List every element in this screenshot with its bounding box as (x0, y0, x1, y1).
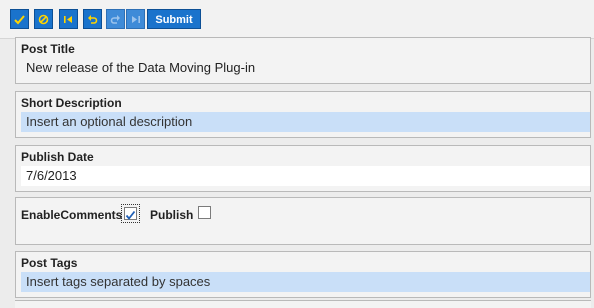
redo-button[interactable] (106, 9, 125, 29)
undo-button[interactable] (83, 9, 102, 29)
first-button[interactable] (59, 9, 78, 29)
post-title-input[interactable]: New release of the Data Moving Plug-in (21, 58, 590, 78)
submit-button[interactable]: Submit (147, 9, 201, 29)
last-icon (132, 15, 140, 23)
checkmark-icon (125, 210, 136, 220)
publish-label: Publish (150, 208, 194, 222)
last-button[interactable] (126, 9, 145, 29)
post-title-label: Post Title (21, 42, 75, 56)
options-panel: EnableComments Publish (15, 197, 591, 245)
post-tags-label: Post Tags (21, 256, 78, 270)
publish-checkbox[interactable] (198, 206, 211, 219)
publish-date-input[interactable]: 7/6/2013 (21, 166, 590, 186)
first-icon (64, 15, 72, 23)
publish-date-label: Publish Date (21, 150, 94, 164)
short-description-label: Short Description (21, 96, 122, 110)
enable-comments-label: EnableComments (21, 208, 123, 222)
toolbar: Submit (0, 0, 594, 39)
cancel-icon (38, 14, 49, 24)
accept-button[interactable] (10, 9, 29, 29)
publish-date-panel: Publish Date 7/6/2013 (15, 145, 591, 192)
redo-icon (110, 14, 120, 24)
enable-comments-checkbox[interactable] (121, 204, 140, 223)
checkmark-icon (14, 14, 25, 24)
short-description-panel: Short Description Insert an optional des… (15, 91, 591, 138)
post-tags-panel: Post Tags Insert tags separated by space… (15, 251, 591, 298)
post-title-panel: Post Title New release of the Data Movin… (15, 37, 591, 84)
cancel-button[interactable] (34, 9, 53, 29)
short-description-input[interactable]: Insert an optional description (21, 112, 590, 132)
undo-icon (88, 14, 98, 24)
post-tags-input[interactable]: Insert tags separated by spaces (21, 272, 590, 292)
